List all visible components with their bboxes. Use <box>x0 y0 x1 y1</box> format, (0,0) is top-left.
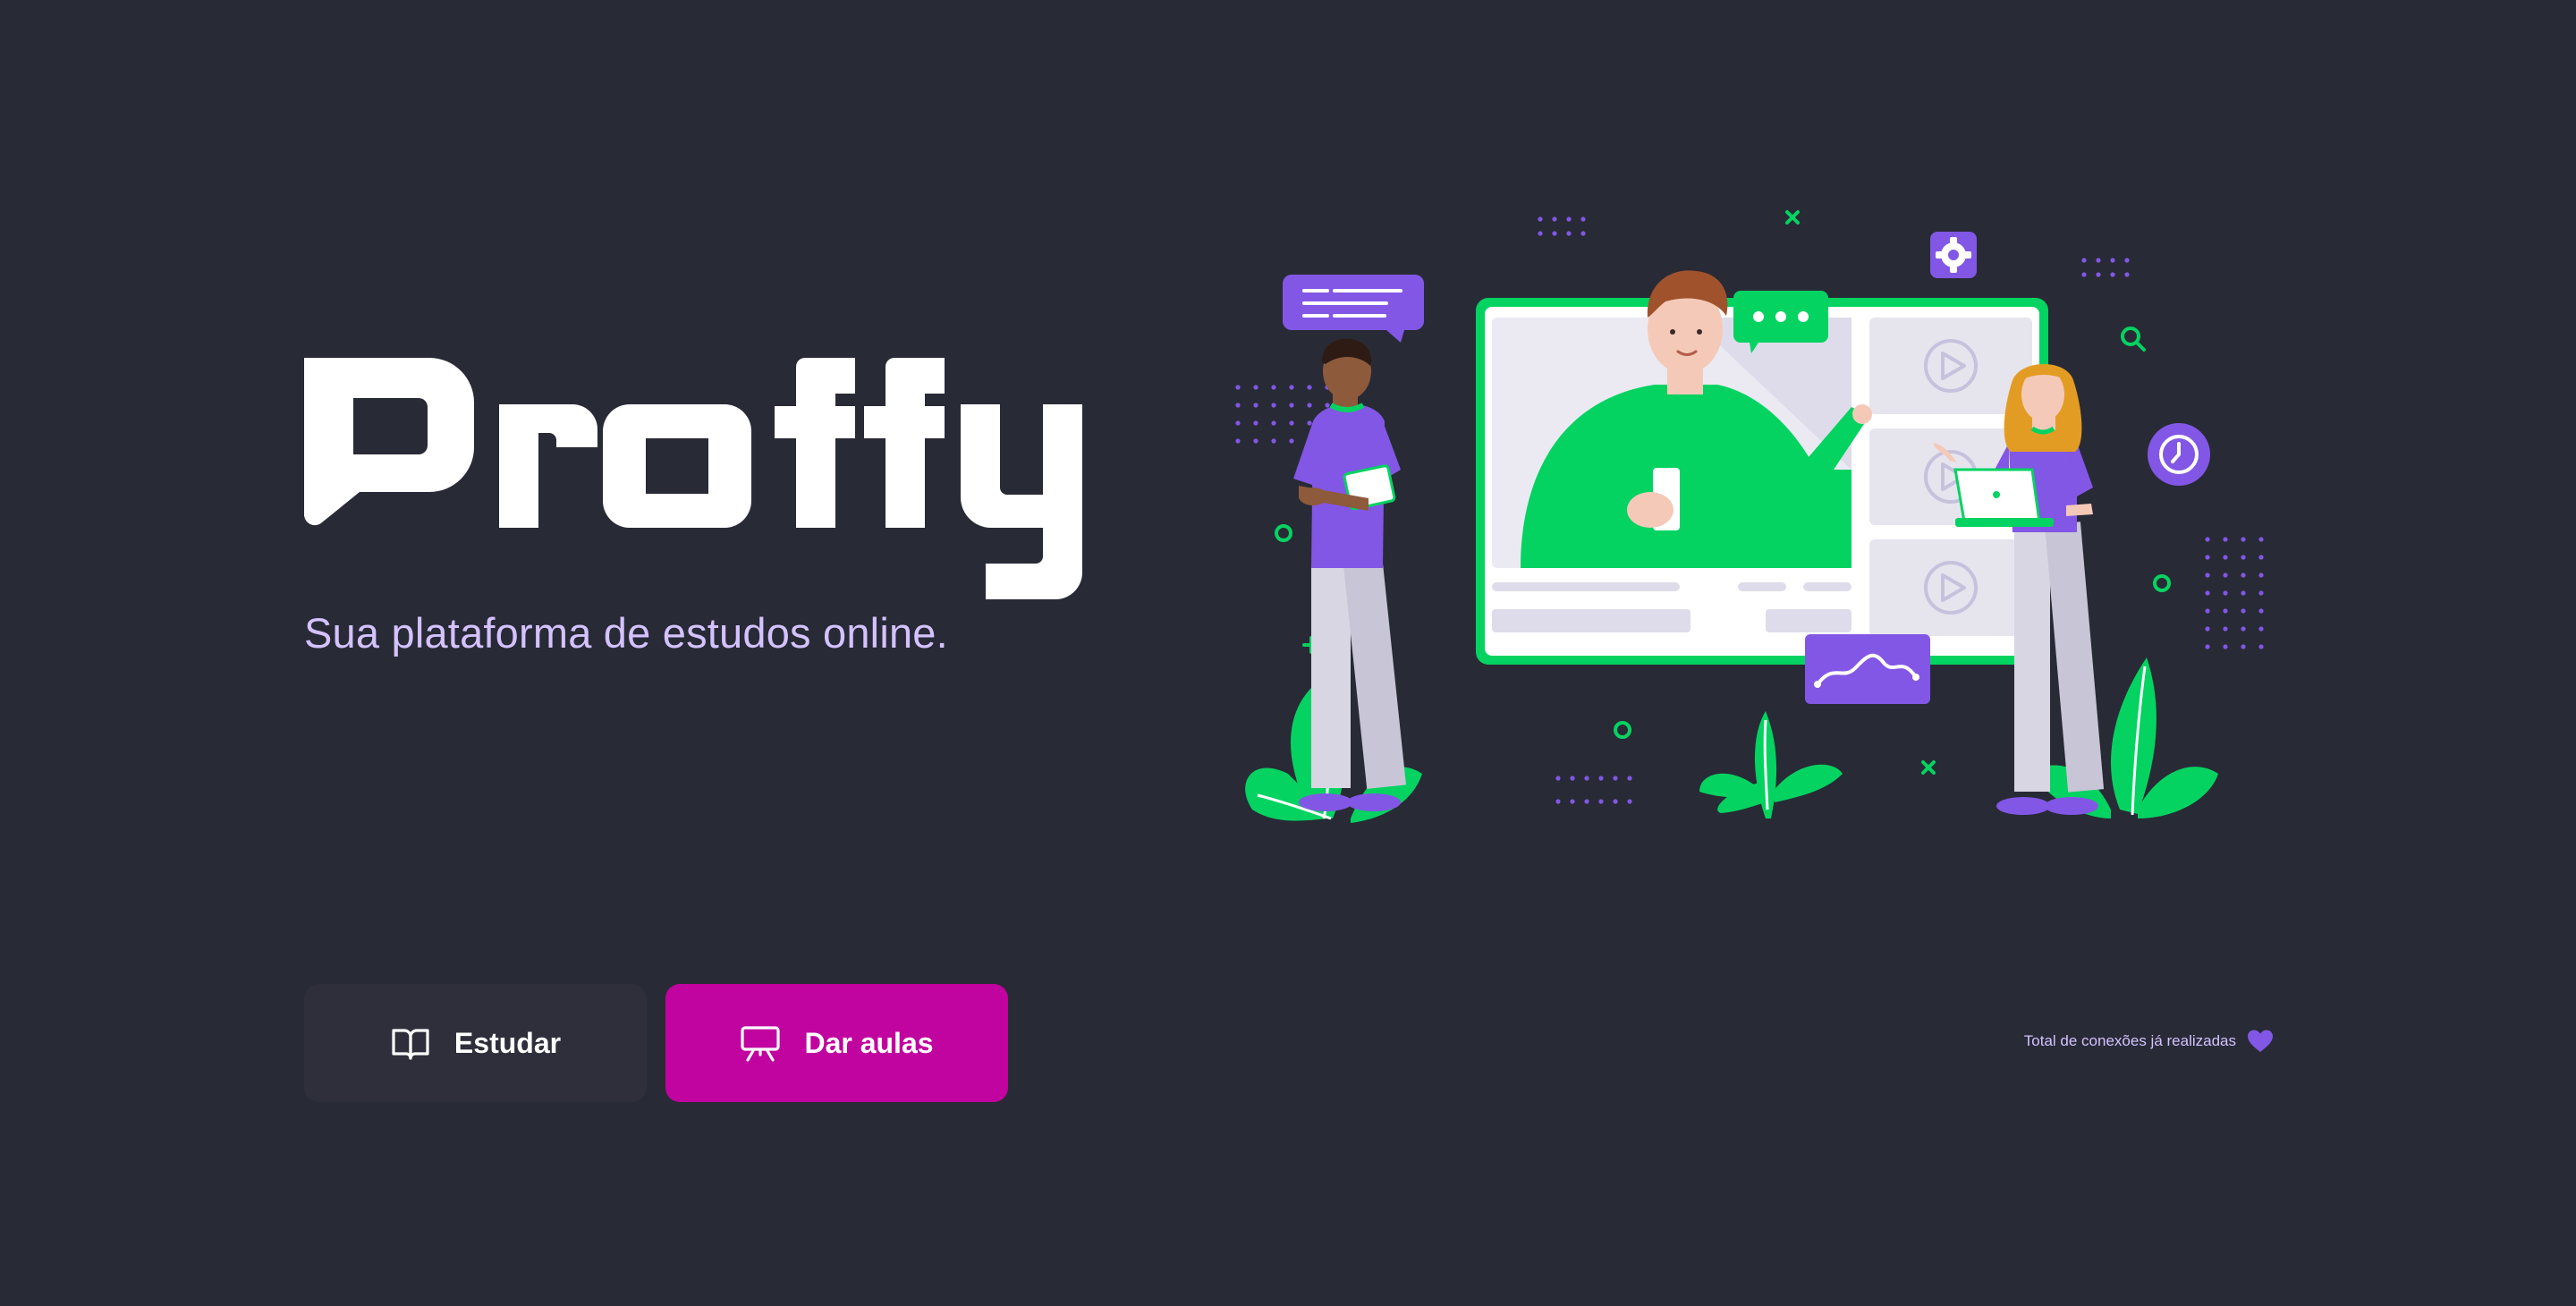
dot-grid-top <box>1538 216 1586 236</box>
tagline: Sua plataforma de estudos online. <box>304 609 948 657</box>
deco-ring <box>2153 574 2171 592</box>
logo <box>304 358 1091 599</box>
study-button[interactable]: Estudar <box>304 984 647 1102</box>
connections-counter: Total de conexões já realizadas <box>2024 1029 2274 1054</box>
clock-icon <box>2148 423 2210 486</box>
heart-icon <box>2247 1029 2274 1054</box>
video-thumbnail <box>1869 539 2032 636</box>
online-class-illustration <box>1235 210 2264 823</box>
line-chart-icon <box>1805 634 1930 704</box>
search-icon <box>2121 326 2146 352</box>
deco-cross <box>1785 210 1800 225</box>
teach-button[interactable]: Dar aulas <box>665 984 1008 1102</box>
open-book-icon <box>390 1022 431 1064</box>
deco-ring <box>1614 721 1631 739</box>
deco-cross <box>1921 760 1936 775</box>
proffy-logo-wordmark <box>304 358 1082 599</box>
teach-button-label: Dar aulas <box>804 1026 934 1059</box>
hero-illustration <box>1225 201 2281 827</box>
dot-grid-top-right <box>2081 258 2130 277</box>
chat-bubble-icon <box>1283 275 1424 343</box>
dot-grid-bottom <box>1555 776 1632 804</box>
gear-icon <box>1930 232 1977 278</box>
connections-text: Total de conexões já realizadas <box>2023 1032 2236 1049</box>
study-button-label: Estudar <box>453 1026 562 1059</box>
landing-page: Sua plataforma de estudos online. Estuda… <box>0 0 2576 1306</box>
deco-ring <box>1275 524 1292 542</box>
dot-grid-right <box>2205 537 2264 649</box>
plant-middle <box>1699 711 1843 818</box>
presentation-board-icon <box>740 1022 781 1064</box>
